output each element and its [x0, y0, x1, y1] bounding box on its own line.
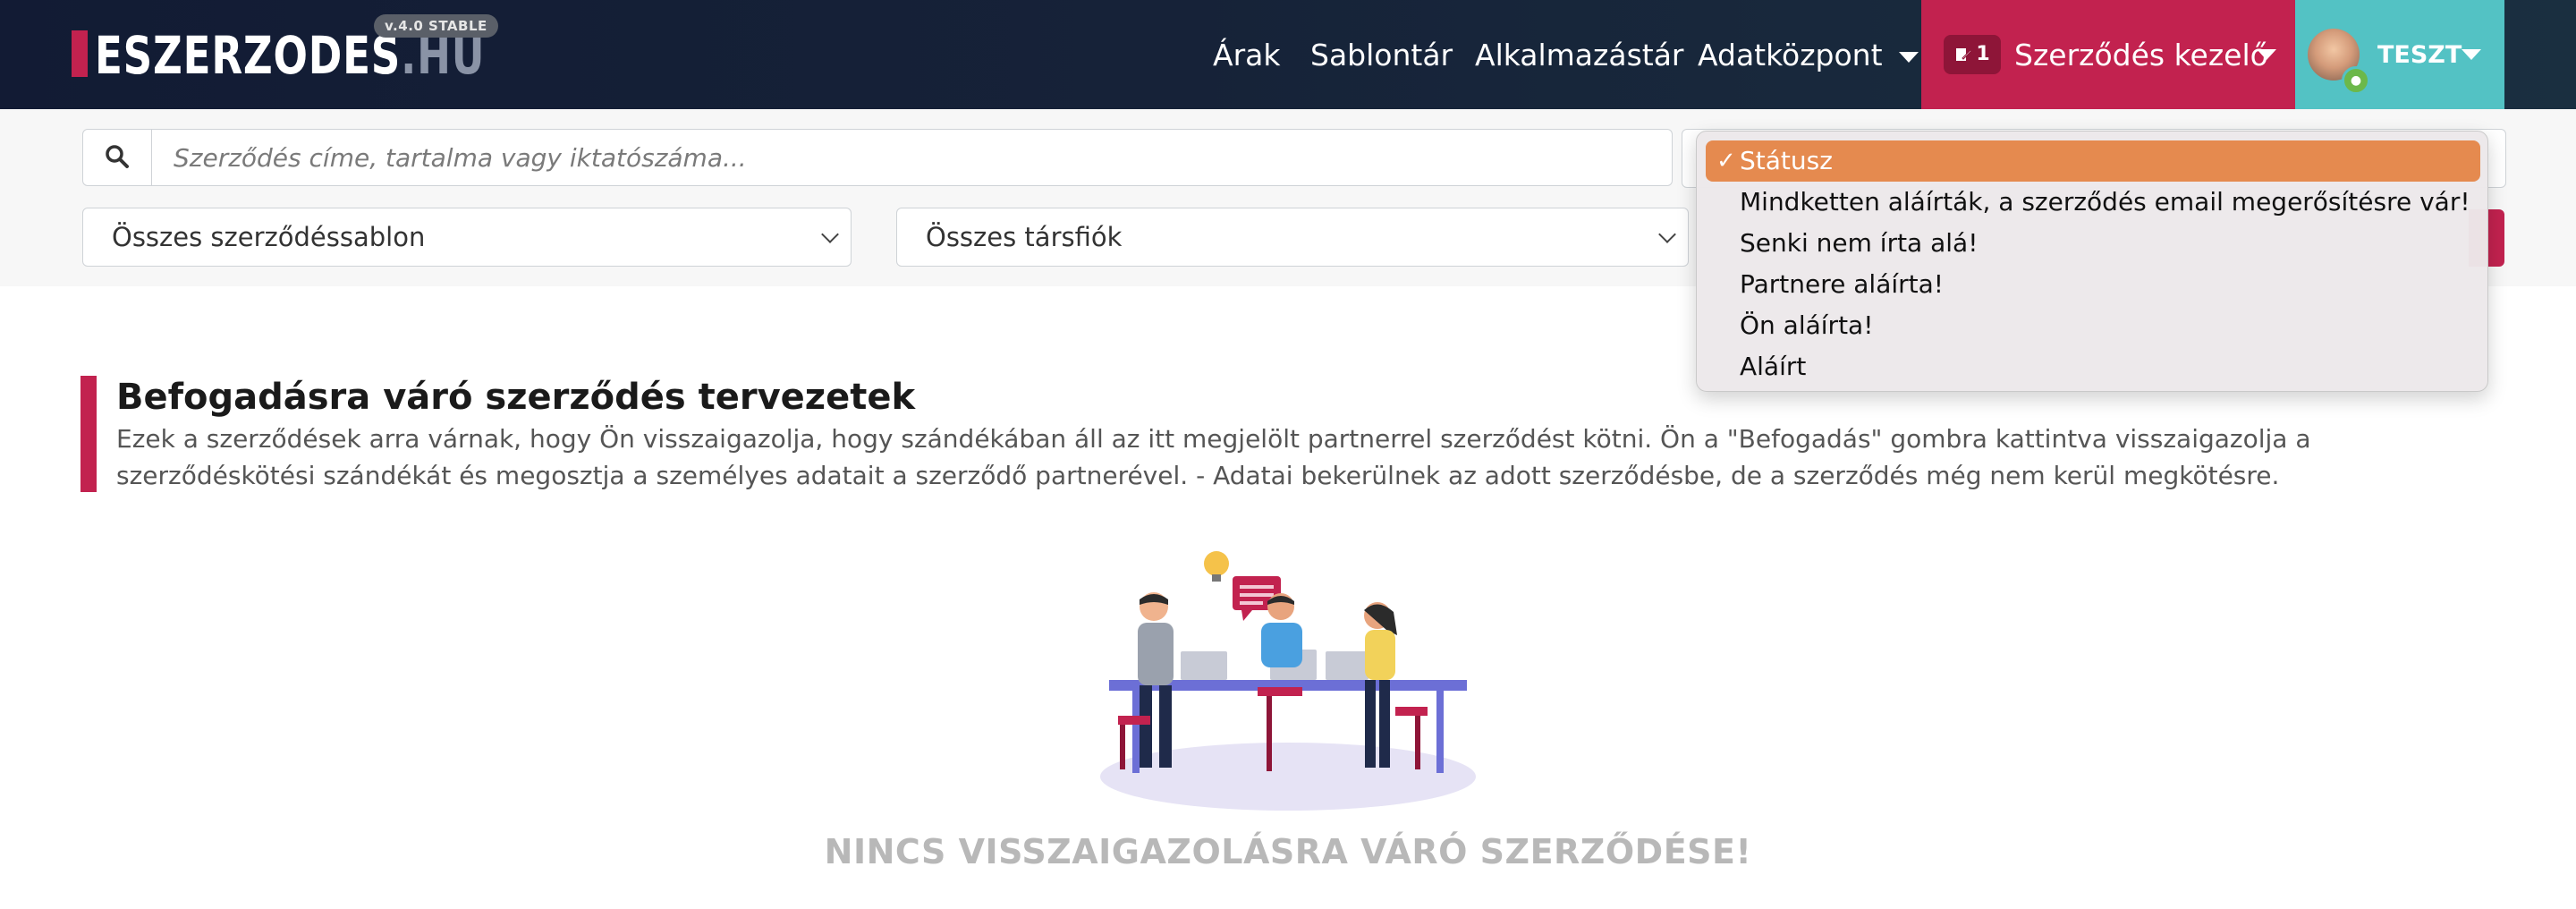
contract-notification-badge: 1: [1944, 35, 2001, 74]
status-option[interactable]: Ön aláírta!: [1697, 305, 2487, 346]
logo-accent-bar: [72, 30, 88, 77]
search-icon: [106, 144, 129, 168]
status-option-selected[interactable]: ✓ Státusz: [1706, 140, 2480, 182]
nav-item-app-store[interactable]: Alkalmazástár: [1475, 36, 1684, 75]
contract-manager-label: Szerződés kezelő: [2014, 38, 2268, 72]
nav-item-data-center[interactable]: Adatközpont: [1698, 36, 1919, 75]
nav-item-templates[interactable]: Sablontár: [1310, 36, 1453, 75]
user-name: TESZT: [2377, 41, 2462, 69]
user-menu[interactable]: ● TESZT: [2295, 0, 2504, 109]
chevron-down-icon: [2257, 49, 2276, 60]
section-title: Befogadásra váró szerződés tervezetek: [116, 377, 916, 418]
contract-manager-menu[interactable]: 1 Szerződés kezelő: [1921, 0, 2295, 109]
status-option[interactable]: Mindketten aláírták, a szerződés email m…: [1697, 182, 2487, 223]
search-button[interactable]: [82, 129, 152, 186]
chevron-down-icon: [1898, 51, 1919, 63]
search-group: [82, 129, 1689, 188]
search-input[interactable]: [152, 129, 1673, 186]
user-status-icon: ●: [2342, 66, 2370, 95]
nav-item-pricing[interactable]: Árak: [1213, 36, 1280, 75]
status-dropdown-menu: ✓ Státusz Mindketten aláírták, a szerződ…: [1696, 131, 2488, 392]
status-option-label: Mindketten aláírták, a szerződés email m…: [1740, 187, 2470, 217]
status-option-label: Partnere aláírta!: [1740, 269, 1945, 299]
template-select[interactable]: Összes szerződéssablon: [82, 208, 852, 267]
section-accent-bar: [80, 376, 97, 492]
nav-item-data-center-label: Adatközpont: [1698, 38, 1883, 72]
status-option-label: Aláírt: [1740, 352, 1807, 381]
chevron-down-icon: [2462, 49, 2481, 60]
status-option-label: Senki nem írta alá!: [1740, 228, 1979, 258]
chevron-down-icon: [821, 225, 839, 243]
chevron-down-icon: [1658, 225, 1676, 243]
contract-badge-count: 1: [1976, 43, 1990, 65]
section-description: Ezek a szerződések arra várnak, hogy Ön …: [116, 424, 2311, 490]
status-option[interactable]: Partnere aláírta!: [1697, 264, 2487, 305]
logo-main: ESZERZODES: [95, 25, 402, 86]
template-select-value: Összes szerződéssablon: [112, 222, 426, 252]
status-option-label: Státusz: [1740, 146, 1833, 175]
status-option[interactable]: Senki nem írta alá!: [1697, 223, 2487, 264]
account-select[interactable]: Összes társfiók: [896, 208, 1689, 267]
team-meeting-illustration: [1100, 551, 1476, 811]
checkmark-icon: ✓: [1716, 148, 1736, 174]
version-badge: v.4.0 STABLE: [374, 14, 498, 38]
account-select-value: Összes társfiók: [926, 222, 1123, 252]
top-navbar: ESZERZODES.HU v.4.0 STABLE Árak Sablontá…: [0, 0, 2576, 109]
status-option-label: Ön aláírta!: [1740, 310, 1874, 340]
empty-state-message: NINCS VISSZAIGAZOLÁSRA VÁRÓ SZERZŐDÉSE!: [824, 832, 1752, 871]
status-option[interactable]: Aláírt: [1697, 346, 2487, 387]
signature-icon: [1956, 48, 1973, 61]
